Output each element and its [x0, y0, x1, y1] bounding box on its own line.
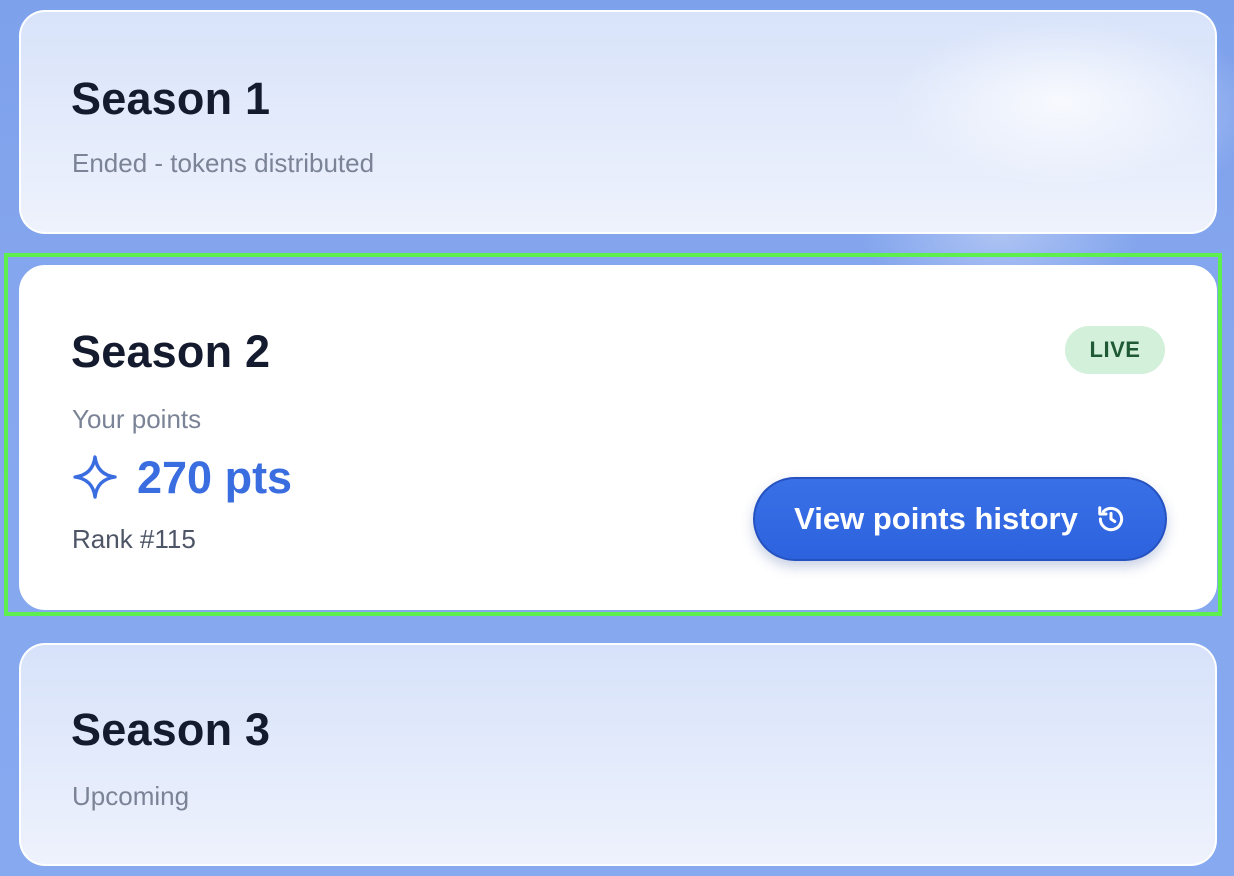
history-icon	[1098, 506, 1123, 532]
points-value: 270 pts	[137, 451, 293, 503]
points-label: Your points	[72, 404, 202, 434]
view-points-history-button[interactable]: View points history	[753, 477, 1167, 561]
season-1-title: Season 1	[71, 73, 271, 124]
season-3-title: Season 3	[71, 704, 271, 755]
rank-text: Rank #115	[72, 524, 196, 554]
season-1-status: Ended - tokens distributed	[72, 148, 375, 178]
season-2-title: Season 2	[71, 326, 271, 377]
season-3-status: Upcoming	[72, 781, 190, 811]
sparkle-icon	[73, 455, 117, 499]
season-2-card[interactable]: Season 2 LIVE Your points 270 pts Rank #…	[19, 265, 1217, 610]
points-display: 270 pts	[71, 453, 292, 501]
season-1-card[interactable]: Season 1 Ended - tokens distributed	[19, 10, 1217, 234]
view-points-history-label: View points history	[794, 501, 1078, 536]
season-3-card[interactable]: Season 3 Upcoming	[19, 643, 1217, 866]
live-badge: LIVE	[1065, 326, 1165, 374]
